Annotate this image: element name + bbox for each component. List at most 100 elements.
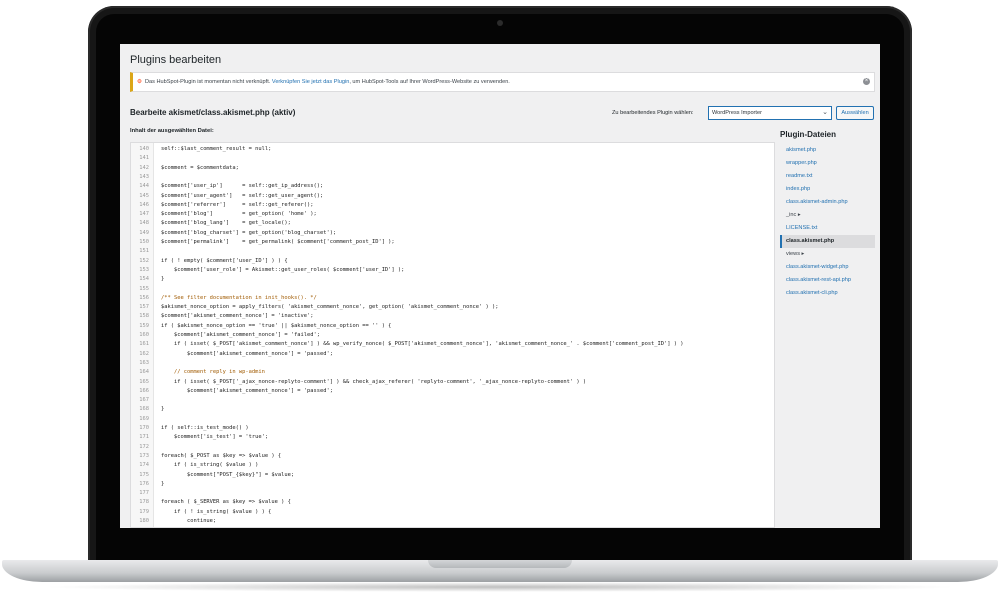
line-number: 149 — [139, 229, 149, 236]
plugin-files-title: Plugin-Dateien — [780, 130, 837, 139]
code-line: 155 — [131, 285, 774, 294]
code-line: 144 $comment['user_ip'] = self::get_ip_ad… — [131, 182, 774, 191]
code-line: 152 if ( ! empty( $comment['user_ID'] ) )… — [131, 257, 774, 266]
code-line: 175 $comment["POST_{$key}"] = $value; — [131, 471, 774, 480]
page-title: Plugins bearbeiten — [130, 54, 222, 66]
camera-icon — [497, 20, 503, 26]
line-number: 140 — [139, 146, 149, 152]
code-line: 162 $comment['akismet_comment_nonce'] = … — [131, 350, 774, 359]
code-line: 161 if ( isset( $_POST['akismet_comment_… — [131, 340, 774, 349]
file-item[interactable]: class.akismet-widget.php — [780, 261, 875, 274]
notice-connect-link[interactable]: Verknüpfen Sie jetzt das Plugin — [272, 79, 349, 85]
code-text: } — [161, 276, 165, 283]
line-number: 161 — [139, 341, 149, 348]
code-text: $comment['blog_lang'] = get_locale(); — [161, 220, 291, 227]
code-editor[interactable]: 140 self::$last_comment_result = null; 141… — [130, 142, 775, 528]
notice-suffix: , um HubSpot-Tools auf Ihrer WordPress-W… — [349, 79, 510, 85]
line-number: 172 — [139, 443, 149, 450]
code-text: $akismet_nonce_option = apply_filters( '… — [161, 304, 499, 311]
line-number: 144 — [139, 183, 149, 190]
dismiss-icon[interactable]: × — [863, 78, 870, 85]
code-line: 165 if ( isset( $_POST['_ajax_nonce-repl… — [131, 378, 774, 387]
code-line: 154} — [131, 275, 774, 284]
plugin-select-value: WordPress Importer — [712, 110, 762, 116]
code-line: 150 $comment['permalink'] = get_permalink… — [131, 238, 774, 247]
file-item[interactable]: class.akismet.php — [780, 235, 875, 248]
code-text: $comment['user_ip'] = self::get_ip_addre… — [161, 183, 324, 190]
code-line: 180 continue; — [131, 517, 774, 526]
code-line: 158 $comment['akismet_comment_nonce'] = '… — [131, 312, 774, 321]
folder-item[interactable]: views ▸ — [780, 248, 875, 261]
code-text: $comment['user_agent'] = self::get_user_… — [161, 192, 324, 199]
code-line: 178 foreach ( $_SERVER as $key => $value … — [131, 498, 774, 507]
choose-button[interactable]: Auswählen — [836, 106, 874, 120]
line-number: 164 — [139, 369, 149, 376]
line-number: 158 — [139, 313, 149, 320]
code-text: if ( ! is_string( $value ) ) { — [161, 508, 272, 515]
line-number: 169 — [139, 415, 149, 422]
code-text: if ( ! empty( $comment['user_ID'] ) ) { — [161, 257, 288, 264]
code-line: 174 if ( is_string( $value ) ) — [131, 461, 774, 470]
line-number: 150 — [139, 239, 149, 245]
code-text: $comment['referrer'] = self::get_referer… — [161, 201, 314, 208]
code-text: continue; — [161, 518, 217, 524]
laptop-notch — [428, 560, 572, 568]
code-line: 164 // comment reply in wp-admin — [131, 368, 774, 377]
file-item[interactable]: class.akismet-cli.php — [780, 287, 875, 300]
line-number: 159 — [139, 322, 149, 329]
line-number: 156 — [139, 294, 149, 301]
folder-item[interactable]: _inc ▸ — [780, 209, 875, 222]
code-text: if ( isset( $_POST['_ajax_nonce-replyto-… — [161, 378, 587, 385]
line-number: 170 — [139, 425, 149, 431]
hubspot-notice: ⚙ Das HubSpot-Plugin ist momentan nicht v… — [130, 72, 875, 92]
code-text: if ( isset( $_POST['akismet_comment_nonc… — [161, 341, 684, 348]
code-text: /** See filter documentation in init_hoo… — [161, 294, 317, 301]
line-number: 176 — [139, 480, 149, 487]
code-text: $comment['blog'] = get_option( 'home' ); — [161, 211, 317, 218]
line-number: 143 — [139, 173, 149, 180]
chevron-down-icon: ⌄ — [822, 109, 828, 116]
file-item[interactable]: akismet.php — [780, 144, 875, 157]
notice-text: Das HubSpot-Plugin ist momentan nicht ve… — [145, 79, 271, 85]
code-line: 157 $akismet_nonce_option = apply_filters… — [131, 303, 774, 312]
code-line: 146 $comment['referrer'] = self::get_refe… — [131, 201, 774, 210]
code-line: 173 foreach( $_POST as $key => $value ) { — [131, 452, 774, 461]
code-text: $comment['user_role'] = Akismet::get_use… — [161, 266, 405, 273]
line-number: 151 — [139, 248, 149, 255]
code-line: 141 — [131, 154, 774, 163]
file-item[interactable]: wrapper.php — [780, 157, 875, 170]
code-line: 156 /** See filter documentation in init_… — [131, 294, 774, 303]
plugin-select[interactable]: WordPress Importer ⌄ — [708, 106, 832, 120]
line-number: 165 — [139, 378, 149, 385]
code-line: 145 $comment['user_agent'] = self::get_us… — [131, 192, 774, 201]
code-line: 142 $comment = $commentdata; — [131, 164, 774, 173]
code-line: 163 — [131, 359, 774, 368]
code-text: } — [161, 406, 165, 413]
plugin-files-list: akismet.php wrapper.php readme.txt index.ph… — [780, 144, 875, 300]
line-number: 171 — [139, 434, 149, 441]
line-number: 175 — [139, 471, 149, 478]
code-text: if ( $akismet_nonce_option == 'true' || … — [161, 322, 392, 329]
line-number: 152 — [139, 257, 149, 264]
file-item[interactable]: LICENSE.txt — [780, 222, 875, 235]
code-line: 159 if ( $akismet_nonce_option == 'true' … — [131, 322, 774, 331]
file-item[interactable]: class.akismet-rest-api.php — [780, 274, 875, 287]
code-line: 176} — [131, 480, 774, 489]
line-number: 157 — [139, 304, 149, 311]
line-number: 178 — [139, 499, 149, 506]
code-line: 169 — [131, 415, 774, 424]
line-number: 147 — [139, 211, 149, 218]
line-number: 142 — [139, 164, 149, 171]
line-number: 179 — [139, 508, 149, 515]
code-line: 153 $comment['user_role'] = Akismet::get… — [131, 266, 774, 275]
file-item[interactable]: class.akismet-admin.php — [780, 196, 875, 209]
line-number: 162 — [139, 350, 149, 357]
screen: Plugins bearbeiten ⚙ Das HubSpot-Plugin i… — [120, 44, 880, 528]
code-text: $comment['akismet_comment_nonce'] = 'fai… — [161, 332, 321, 338]
code-text: // comment reply in wp-admin — [161, 369, 265, 376]
line-number: 154 — [139, 276, 149, 283]
file-item[interactable]: readme.txt — [780, 170, 875, 183]
laptop-shadow — [40, 582, 960, 592]
file-item[interactable]: index.php — [780, 183, 875, 196]
code-line: 167 — [131, 396, 774, 405]
